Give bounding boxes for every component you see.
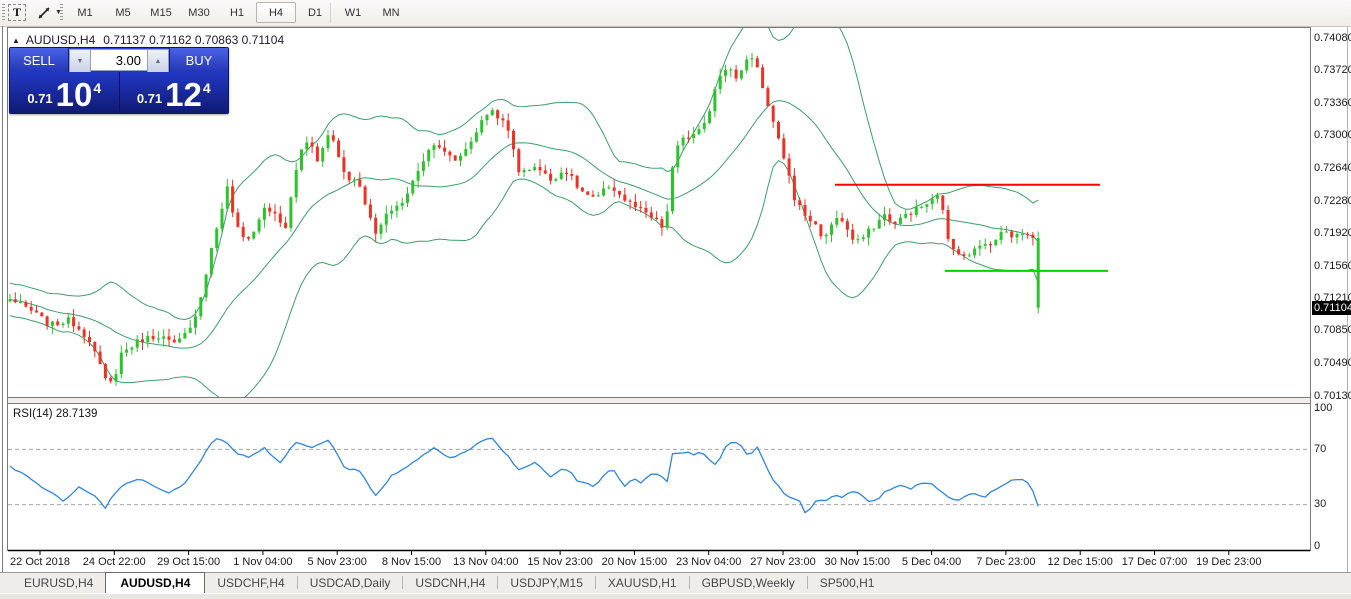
window-left-border <box>2 26 3 593</box>
timeframe-button-h1[interactable]: H1 <box>218 2 256 23</box>
chart-title: ▲ AUDUSD,H4 0.71137 0.71162 0.70863 0.71… <box>12 33 284 47</box>
timeframe-button-m1[interactable]: M1 <box>66 2 104 23</box>
caret-up-icon: ▲ <box>155 58 162 65</box>
time-axis-label: 19 Dec 23:00 <box>1183 556 1275 568</box>
chart-symbol-label: AUDUSD,H4 <box>26 33 95 47</box>
tab-usdjpy-m15[interactable]: USDJPY,M15 <box>498 574 594 593</box>
rsi-axis-label: 70 <box>1314 444 1351 455</box>
rsi-chart-canvas[interactable] <box>8 404 1310 555</box>
arrange-arrows-button[interactable]: ▼ <box>36 2 62 23</box>
timeframe-button-d1[interactable]: D1 <box>296 2 334 23</box>
price-axis-label: 0.72640 <box>1314 163 1351 174</box>
text-tool-icon: T <box>8 4 26 21</box>
buy-price-sup: 4 <box>203 80 211 96</box>
price-axis-label: 0.72280 <box>1314 196 1351 207</box>
tab-sp500-h1[interactable]: SP500,H1 <box>808 574 887 593</box>
volume-down-button[interactable]: ▼ <box>69 49 91 73</box>
rsi-indicator-label: RSI(14) 28.7139 <box>13 408 97 420</box>
sell-price-main: 0.71 <box>27 91 52 106</box>
timeframe-button-m30[interactable]: M30 <box>180 2 218 23</box>
buy-price-display[interactable]: 0.71 12 4 <box>120 72 229 113</box>
timeframe-button-mn[interactable]: MN <box>372 2 410 23</box>
current-price-tag: 0.71104 <box>1312 301 1351 315</box>
volume-up-button[interactable]: ▲ <box>147 49 169 73</box>
top-toolbar: T ▼ M1M5M15M30H1H4D1W1MN <box>0 0 1351 27</box>
volume-input[interactable]: 3.00 <box>91 49 147 71</box>
tab-xauusd-h1[interactable]: XAUUSD,H1 <box>596 574 689 593</box>
sell-price-big: 10 <box>56 80 93 110</box>
tab-usdcnh-h4[interactable]: USDCNH,H4 <box>403 574 497 593</box>
timeframe-button-h4[interactable]: H4 <box>256 2 296 23</box>
chart-tab-bar: EURUSD,H4AUDUSD,H4USDCHF,H4USDCAD,DailyU… <box>0 572 1351 593</box>
sell-price-sup: 4 <box>93 80 101 96</box>
timeframe-buttons: M1M5M15M30H1H4D1W1MN <box>66 2 410 23</box>
price-axis-label: 0.71560 <box>1314 261 1351 272</box>
buy-price-big: 12 <box>165 80 202 110</box>
chart-marker-icon: ▲ <box>12 36 20 45</box>
toolbar-grip[interactable] <box>2 4 5 22</box>
tab-gbpusd-weekly[interactable]: GBPUSD,Weekly <box>690 574 807 593</box>
price-axis-label: 0.70850 <box>1314 325 1351 336</box>
price-axis-label: 0.73720 <box>1314 65 1351 76</box>
mt4-window: T ▼ M1M5M15M30H1H4D1W1MN ▲ AUDUSD,H4 0.7… <box>0 0 1351 599</box>
tab-usdchf-h4[interactable]: USDCHF,H4 <box>205 574 296 593</box>
text-tool-button[interactable]: T <box>8 2 26 23</box>
toolbar-separator <box>330 3 331 23</box>
arrange-arrows-icon <box>36 5 52 21</box>
price-axis-label: 0.73360 <box>1314 98 1351 109</box>
sell-button[interactable]: SELL <box>10 48 69 72</box>
buy-button[interactable]: BUY <box>169 48 228 72</box>
volume-stepper: ▼ 3.00 ▲ <box>69 48 169 72</box>
rsi-axis-label: 0 <box>1314 541 1351 552</box>
status-bar <box>0 593 1351 599</box>
timeframe-button-m15[interactable]: M15 <box>142 2 180 23</box>
tab-eurusd-h4[interactable]: EURUSD,H4 <box>12 574 105 593</box>
timeframe-button-w1[interactable]: W1 <box>334 2 372 23</box>
price-axis-label: 0.74080 <box>1314 33 1351 44</box>
price-axis-label: 0.70130 <box>1314 391 1351 402</box>
tab-audusd-h4[interactable]: AUDUSD,H4 <box>105 572 205 594</box>
rsi-axis-label: 100 <box>1314 403 1351 414</box>
chart-ohlc-values: 0.71137 0.71162 0.70863 0.71104 <box>103 33 284 47</box>
tab-usdcad-daily[interactable]: USDCAD,Daily <box>298 574 403 593</box>
buy-price-main: 0.71 <box>137 91 162 106</box>
rsi-axis-label: 30 <box>1314 499 1351 510</box>
price-axis-label: 0.71920 <box>1314 228 1351 239</box>
chart-right-border <box>1310 27 1311 551</box>
price-axis-label: 0.73000 <box>1314 130 1351 141</box>
caret-down-icon: ▼ <box>77 58 84 65</box>
one-click-trade-panel: SELL ▼ 3.00 ▲ BUY 0.71 10 4 0.71 12 4 <box>9 47 229 114</box>
price-axis-label: 0.70490 <box>1314 358 1351 369</box>
toolbar-grip-2[interactable] <box>60 4 63 22</box>
sell-price-display[interactable]: 0.71 10 4 <box>10 72 120 113</box>
timeframe-button-m5[interactable]: M5 <box>104 2 142 23</box>
